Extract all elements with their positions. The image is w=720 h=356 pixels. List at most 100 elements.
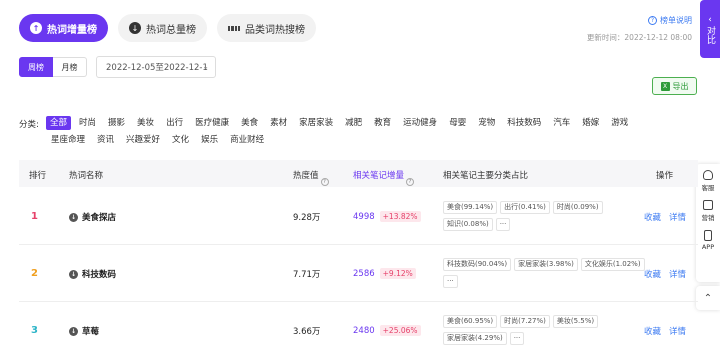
help-icon[interactable]: ? [320, 178, 329, 186]
hot-word-name[interactable]: ↓ 科技数码 [69, 268, 116, 280]
hot-word-name[interactable]: ↓ 美食探店 [69, 211, 116, 223]
rules-link[interactable]: ? 榜单说明 [648, 15, 692, 26]
category-item[interactable]: 兴趣爱好 [126, 133, 160, 147]
more-button[interactable]: ··· [495, 218, 511, 231]
tool-label: 客服 [701, 184, 715, 192]
tab-category-search[interactable]: 品类词热搜榜 [217, 14, 316, 42]
category-item[interactable]: 医疗健康 [195, 116, 229, 130]
col-ops: 操作 [656, 171, 674, 181]
row-actions: 收藏 详情 [644, 211, 686, 223]
favorite-link[interactable]: 收藏 [644, 211, 661, 223]
col-heat-label: 热度值 [293, 171, 319, 181]
category-item[interactable]: 时尚 [79, 116, 96, 130]
category-distribution: 美食(60.95%) 时尚(7.27%) 美妆(5.5%) 家居家装(4.29%) ··… [443, 315, 648, 349]
phone-icon [703, 230, 712, 241]
detail-link[interactable]: 详情 [669, 268, 686, 280]
category-item[interactable]: 美妆 [137, 116, 154, 130]
help-icon[interactable]: ? [406, 178, 415, 186]
hot-word-text: 草莓 [82, 327, 100, 337]
ranking-tabs: ↑ 热词增量榜 ↓ 热词总量榜 品类词热搜榜 [19, 14, 316, 42]
category-item[interactable]: 美食 [241, 116, 258, 130]
compare-label: 对比 [705, 26, 715, 44]
hot-word-text: 美食探店 [82, 213, 117, 223]
hot-word-name[interactable]: ↓ 草莓 [69, 325, 99, 337]
category-chip: 时尚(7.27%) [500, 315, 550, 328]
category-distribution: 科技数码(90.04%) 家居家装(3.98%) 文化娱乐(1.02%) ··· [443, 258, 648, 292]
category-row: 星座命理 资讯 兴趣爱好 文化 娱乐 商业财经 [51, 133, 696, 147]
category-item[interactable]: 娱乐 [201, 133, 218, 147]
download-icon: ↓ [69, 212, 78, 222]
category-item[interactable]: 全部 [46, 116, 72, 130]
category-item[interactable]: 素材 [270, 116, 287, 130]
category-item[interactable]: 家居家装 [299, 116, 333, 130]
more-button[interactable]: ··· [443, 275, 458, 288]
up-arrow-icon: ↑ [30, 22, 42, 34]
table-header: 排行 热词名称 热度值? 相关笔记增量? 相关笔记主要分类占比 操作 [19, 160, 698, 187]
notes-count: 2480 [353, 325, 375, 336]
detail-link[interactable]: 详情 [669, 211, 686, 223]
category-chip: 知识(0.08%) [443, 218, 493, 231]
marketing-button[interactable]: 营销 [702, 200, 715, 222]
chevron-down-icon: ⌄ [202, 62, 209, 71]
rules-link-label: 榜单说明 [660, 16, 692, 25]
col-notes-label: 相关笔记增量 [353, 171, 405, 181]
category-item[interactable]: 星座命理 [51, 133, 85, 147]
category-item[interactable]: 资讯 [97, 133, 114, 147]
col-name: 热词名称 [69, 171, 104, 181]
app-button[interactable]: APP [702, 230, 714, 251]
tab-hot-word-total[interactable]: ↓ 热词总量榜 [118, 14, 207, 42]
download-icon: ↓ [69, 326, 78, 336]
tool-label: APP [701, 243, 715, 251]
col-notes[interactable]: 相关笔记增量? [353, 169, 415, 186]
detail-link[interactable]: 详情 [669, 325, 686, 337]
category-chip: 科技数码(90.04%) [443, 258, 512, 271]
col-dist: 相关笔记主要分类占比 [443, 171, 529, 181]
tab-hot-word-increment[interactable]: ↑ 热词增量榜 [19, 14, 108, 42]
heat-value: 9.28万 [293, 213, 321, 223]
category-item[interactable]: 宠物 [478, 116, 495, 130]
favorite-link[interactable]: 收藏 [644, 268, 661, 280]
notes-count: 2586 [353, 268, 375, 279]
category-item[interactable]: 母婴 [449, 116, 466, 130]
export-button[interactable]: X 导出 [652, 77, 697, 95]
row-actions: 收藏 详情 [644, 268, 686, 280]
chart-icon [703, 200, 713, 210]
back-to-top-button[interactable]: ⌃ [696, 286, 720, 310]
category-item[interactable]: 文化 [172, 133, 189, 147]
category-item[interactable]: 教育 [374, 116, 391, 130]
compare-panel-toggle[interactable]: ‹ 对比 [700, 0, 720, 58]
question-icon: ? [648, 16, 657, 25]
week-button[interactable]: 周榜 [19, 57, 53, 77]
category-distribution: 美食(99.14%) 出行(0.41%) 时尚(0.09%) 知识(0.08%) ··· [443, 201, 648, 235]
month-button[interactable]: 月榜 [53, 57, 87, 77]
customer-service-button[interactable]: 客服 [702, 170, 715, 192]
table-row: 2 ↓ 科技数码 7.71万 2586 +9.12% 科技数码(90.04%) 家居家装(3.… [19, 245, 698, 302]
tab-label: 品类词热搜榜 [245, 24, 305, 36]
category-item[interactable]: 商业财经 [230, 133, 264, 147]
tool-label: 营销 [701, 214, 715, 222]
date-range-value: 2022-12-05至2022-12-1 [106, 63, 208, 73]
grid-icon [228, 22, 240, 34]
table-row: 3 ↓ 草莓 3.66万 2480 +25.06% 美食(60.95%) 时尚(7.27%) 美… [19, 302, 698, 356]
favorite-link[interactable]: 收藏 [644, 325, 661, 337]
category-item[interactable]: 游戏 [611, 116, 628, 130]
category-item[interactable]: 婚嫁 [582, 116, 599, 130]
category-item[interactable]: 出行 [166, 116, 183, 130]
tab-label: 热词总量榜 [146, 24, 196, 36]
category-item[interactable]: 摄影 [108, 116, 125, 130]
notes-increment: 4998 +13.82% [353, 211, 421, 222]
excel-icon: X [660, 81, 670, 91]
category-chip: 出行(0.41%) [500, 201, 550, 214]
side-toolbar: 客服 营销 APP [696, 164, 720, 282]
table-row: 1 ↓ 美食探店 9.28万 4998 +13.82% 美食(99.14%) 出行(0.41%… [19, 188, 698, 245]
headset-icon [703, 170, 713, 180]
heat-value: 3.66万 [293, 327, 321, 337]
more-button[interactable]: ··· [509, 332, 525, 345]
category-chip: 美食(60.95%) [443, 315, 498, 328]
hot-words-page: ↑ 热词增量榜 ↓ 热词总量榜 品类词热搜榜 ? 榜单说明 更新时间：2022-… [0, 0, 720, 356]
date-range-select[interactable]: 2022-12-05至2022-12-1 ⌄ [96, 56, 216, 78]
category-item[interactable]: 减肥 [345, 116, 362, 130]
category-item[interactable]: 科技数码 [507, 116, 541, 130]
category-item[interactable]: 运动健身 [403, 116, 437, 130]
category-item[interactable]: 汽车 [553, 116, 570, 130]
